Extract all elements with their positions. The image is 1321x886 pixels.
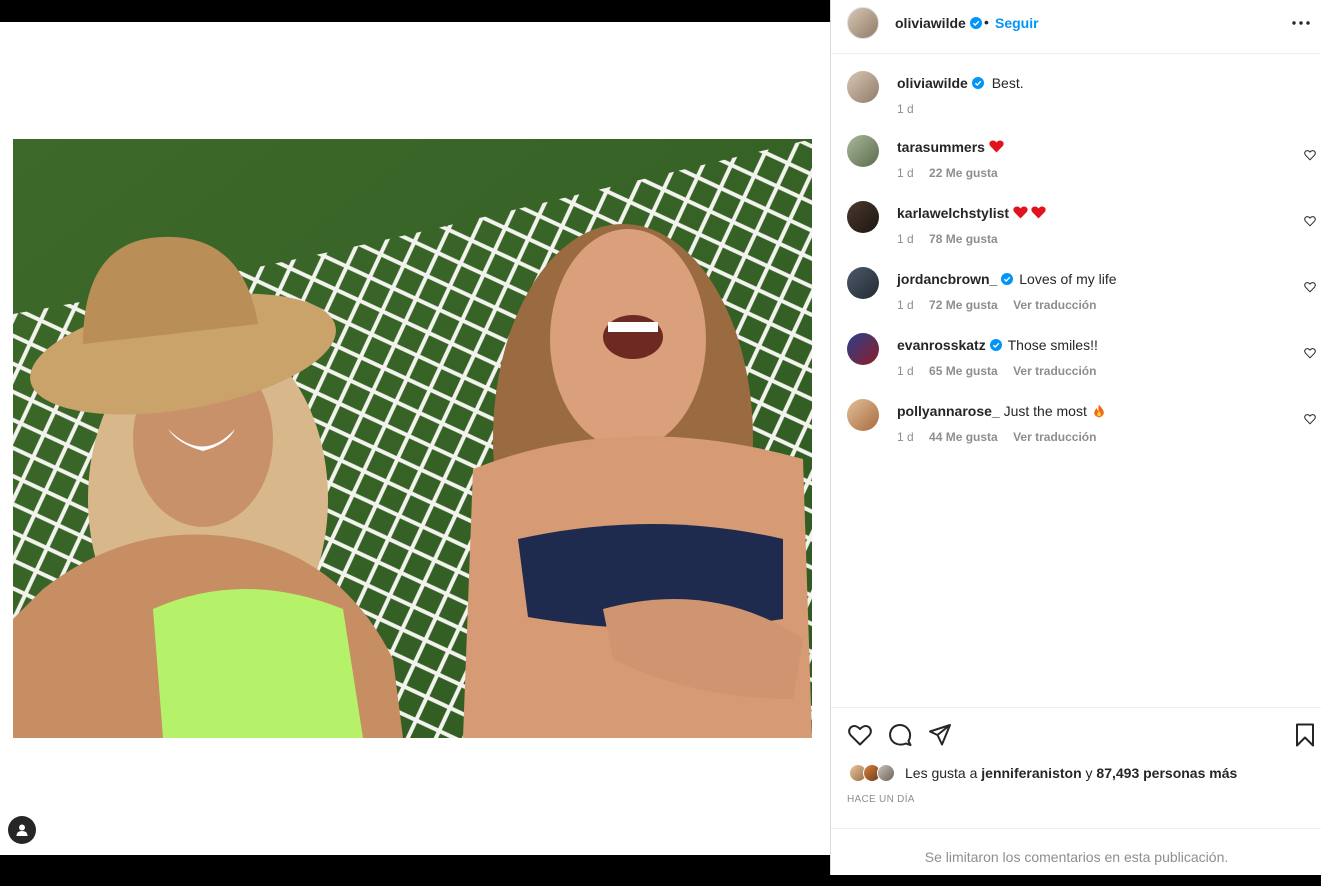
heart-icon[interactable] (1304, 347, 1316, 359)
comment-line: pollyannarose_ Just the most (897, 403, 1105, 419)
comment-line: jordancbrown_ Loves of my life (897, 271, 1117, 287)
comment-row: karlawelchstylist 1 d 78 Me gusta (831, 201, 1321, 261)
share-icon[interactable] (927, 722, 953, 748)
red-heart-emoji (1031, 206, 1046, 219)
comment-text: Loves of my life (1019, 271, 1117, 287)
comment-time[interactable]: 1 d (897, 232, 914, 246)
see-translation-link[interactable]: Ver traducción (1013, 430, 1096, 444)
post-actions: Les gusta a jenniferaniston y 87,493 per… (831, 707, 1321, 828)
comment-text: Just the most (1003, 403, 1087, 419)
comment-icon[interactable] (887, 722, 913, 748)
post-photo[interactable] (13, 139, 812, 738)
heart-icon[interactable] (847, 722, 873, 748)
caption-text: Best. (991, 75, 1024, 91)
caption-username[interactable]: oliviawilde (897, 75, 968, 91)
commenter-avatar[interactable] (847, 333, 879, 365)
comment-username[interactable]: tarasummers (897, 139, 985, 155)
commenter-avatar[interactable] (847, 201, 879, 233)
comment-likes[interactable]: 78 Me gusta (929, 232, 998, 246)
heart-icon[interactable] (1304, 413, 1316, 425)
caption-time[interactable]: 1 d (897, 102, 914, 116)
commenter-avatar[interactable] (847, 399, 879, 431)
header-separator: • (984, 14, 989, 30)
commenter-avatar[interactable] (847, 267, 879, 299)
caption-avatar[interactable] (847, 71, 879, 103)
comment-line: tarasummers (897, 139, 1004, 155)
see-translation-link[interactable]: Ver traducción (1013, 298, 1096, 312)
author-username-text[interactable]: oliviawilde (895, 15, 966, 31)
comment-username[interactable]: karlawelchstylist (897, 205, 1009, 221)
comment-time[interactable]: 1 d (897, 364, 914, 378)
fire-emoji (1093, 404, 1104, 418)
caption-meta: 1 d (897, 102, 926, 116)
comment-row: jordancbrown_ Loves of my life 1 d 72 Me… (831, 267, 1321, 327)
liker-avatar (877, 764, 895, 782)
post-time-ago[interactable]: HACE UN DÍA (847, 794, 915, 805)
heart-icon[interactable] (1304, 281, 1316, 293)
user-tag-icon (16, 824, 28, 836)
heart-icon[interactable] (1304, 149, 1316, 161)
post-header: oliviawilde • Seguir (831, 0, 1321, 54)
tagged-users-button[interactable] (8, 816, 36, 844)
author-avatar[interactable] (847, 7, 879, 39)
verified-badge-icon (989, 339, 1002, 351)
likes-text: Les gusta a jenniferaniston y 87,493 per… (905, 765, 1237, 781)
comment-time[interactable]: 1 d (897, 166, 914, 180)
author-username[interactable]: oliviawilde (895, 15, 982, 31)
media-panel (0, 22, 830, 855)
comment-meta: 1 d 22 Me gusta (897, 166, 1010, 180)
comment-likes[interactable]: 65 Me gusta (929, 364, 998, 378)
verified-badge-icon (971, 77, 984, 89)
red-heart-emoji (1013, 206, 1028, 219)
more-icon[interactable] (1290, 13, 1312, 33)
verified-badge-icon (1001, 273, 1014, 285)
follow-button[interactable]: Seguir (995, 15, 1039, 31)
bookmark-icon[interactable] (1292, 722, 1318, 748)
caption-line: oliviawilde Best. (897, 75, 1024, 91)
red-heart-emoji (989, 140, 1004, 153)
likes-user[interactable]: jenniferaniston (981, 765, 1081, 781)
likes-joiner: y (1085, 765, 1093, 781)
caption-row: oliviawilde Best. 1 d (831, 71, 1321, 131)
comment-line: karlawelchstylist (897, 205, 1046, 221)
comment-row: pollyannarose_ Just the most 1 d 44 Me g… (831, 399, 1321, 459)
comment-line: evanrosskatz Those smiles!! (897, 337, 1098, 353)
likes-count[interactable]: 87,493 personas más (1096, 765, 1237, 781)
commenter-avatar[interactable] (847, 135, 879, 167)
see-translation-link[interactable]: Ver traducción (1013, 364, 1096, 378)
post-details-panel: oliviawilde • Seguir oliviawilde Best. 1… (830, 0, 1321, 875)
comment-username[interactable]: jordancbrown_ (897, 271, 997, 287)
likes-prefix: Les gusta a (905, 765, 978, 781)
verified-badge-icon (969, 17, 982, 29)
comment-time[interactable]: 1 d (897, 298, 914, 312)
comment-meta: 1 d 72 Me gusta Ver traducción (897, 298, 1108, 312)
comment-row: tarasummers 1 d 22 Me gusta (831, 135, 1321, 195)
comment-meta: 1 d 65 Me gusta Ver traducción (897, 364, 1108, 378)
comments-list[interactable]: oliviawilde Best. 1 d tarasummers 1 d 22… (831, 55, 1321, 707)
comment-text: Those smiles!! (1007, 337, 1098, 353)
post-photo-illustration (13, 139, 812, 738)
comment-time[interactable]: 1 d (897, 430, 914, 444)
comment-meta: 1 d 78 Me gusta (897, 232, 1010, 246)
comment-likes[interactable]: 72 Me gusta (929, 298, 998, 312)
comments-limited-note: Se limitaron los comentarios en esta pub… (831, 828, 1321, 875)
comment-username[interactable]: pollyannarose_ (897, 403, 1000, 419)
comment-meta: 1 d 44 Me gusta Ver traducción (897, 430, 1108, 444)
comment-username[interactable]: evanrosskatz (897, 337, 986, 353)
comment-likes[interactable]: 22 Me gusta (929, 166, 998, 180)
comment-row: evanrosskatz Those smiles!! 1 d 65 Me gu… (831, 333, 1321, 393)
comment-likes[interactable]: 44 Me gusta (929, 430, 998, 444)
heart-icon[interactable] (1304, 215, 1316, 227)
